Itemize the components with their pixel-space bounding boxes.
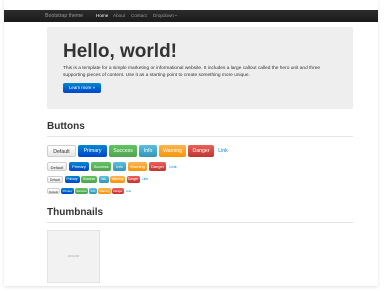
default-button[interactable]: Default [47,176,63,183]
primary-button[interactable]: Primary [69,162,89,171]
nav-item-dropdown[interactable]: Dropdown [153,12,178,20]
link-button[interactable]: Link [168,162,178,171]
link-button[interactable]: Link [125,188,132,194]
button-row-medium: Default Primary Success Info Warning Danger Li… [47,162,180,171]
default-button[interactable]: Default [47,188,60,194]
primary-button[interactable]: Primary [61,188,74,194]
link-button[interactable]: Link [216,145,230,157]
nav-item-home[interactable]: Home [96,12,108,20]
nav-dropdown-label: Dropdown [153,13,174,18]
thumbnail-image[interactable]: 200x200 [47,230,100,283]
chevron-down-icon [175,15,178,17]
success-button[interactable]: Success [91,162,111,171]
info-button[interactable]: Info [89,188,97,194]
navbar-brand[interactable]: Bootstrap theme [45,12,83,20]
danger-button[interactable]: Danger [149,162,166,171]
divider [47,222,353,223]
hero-unit: Hello, world! This is a template for a s… [47,27,353,109]
success-button[interactable]: Success [81,176,97,183]
thumbnails-heading: Thumbnails [47,207,104,218]
danger-button[interactable]: Danger [112,188,124,194]
thumbnail-label: 200x200 [67,254,80,258]
page-canvas: Bootstrap theme Home About Contact Dropd… [0,0,385,291]
danger-button[interactable]: Danger [188,145,214,157]
default-button[interactable]: Default [47,145,76,157]
button-row-mini: Default Primary Success Info Warning Danger Li… [47,188,133,194]
hero-title: Hello, world! [63,41,177,62]
primary-button[interactable]: Primary [64,176,80,183]
info-button[interactable]: Info [98,176,109,183]
info-button[interactable]: Info [113,162,126,171]
buttons-heading: Buttons [47,121,85,132]
link-button[interactable]: Link [141,176,149,183]
warning-button[interactable]: Warning [159,145,186,157]
learn-more-button[interactable]: Learn more » [63,83,101,93]
danger-button[interactable]: Danger [126,176,140,183]
nav-item-contact[interactable]: Contact [131,12,147,20]
top-navbar: Bootstrap theme Home About Contact Dropd… [4,10,378,22]
warning-button[interactable]: Warning [128,162,147,171]
button-row-small: Default Primary Success Info Warning Danger Li… [47,176,151,183]
nav-item-about[interactable]: About [113,12,125,20]
info-button[interactable]: Info [139,145,157,157]
default-button[interactable]: Default [47,162,67,171]
hero-text: This is a template for a simple marketin… [63,66,321,78]
divider [47,136,353,137]
warning-button[interactable]: Warning [98,188,111,194]
success-button[interactable]: Success [109,145,137,157]
success-button[interactable]: Success [75,188,88,194]
button-row-large: Default Primary Success Info Warning Danger Li… [47,145,232,157]
warning-button[interactable]: Warning [110,176,125,183]
primary-button[interactable]: Primary [78,145,107,157]
